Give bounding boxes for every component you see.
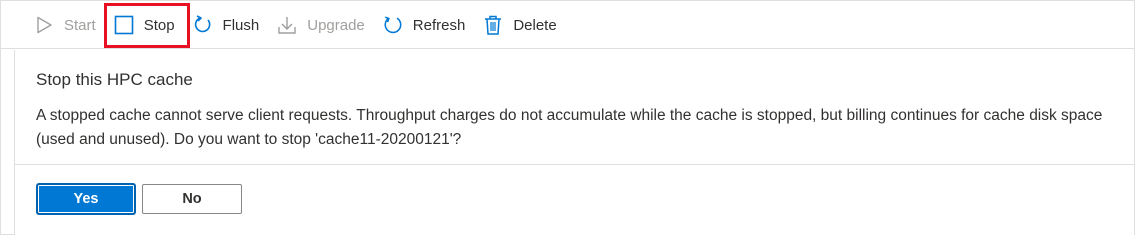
refresh-button[interactable]: Refresh (374, 0, 475, 50)
upgrade-label: Upgrade (307, 16, 365, 34)
toolbar-divider (0, 48, 1135, 49)
stop-confirmation-dialog: Stop this HPC cache A stopped cache cann… (14, 50, 1135, 235)
upgrade-button[interactable]: Upgrade (268, 0, 374, 50)
stop-icon (114, 15, 134, 35)
download-icon (277, 15, 297, 35)
play-icon (34, 15, 54, 35)
dialog-message: A stopped cache cannot serve client requ… (36, 107, 1103, 148)
yes-button[interactable]: Yes (37, 184, 135, 214)
refresh-label: Refresh (412, 16, 466, 34)
dialog-divider (15, 164, 1134, 165)
flush-icon (193, 15, 213, 35)
flush-button[interactable]: Flush (184, 0, 269, 50)
stop-label: Stop (143, 16, 175, 34)
refresh-icon (383, 15, 403, 35)
command-bar: Start Stop Flush Upgrade Refresh Delete (0, 0, 1135, 50)
no-button[interactable]: No (142, 184, 242, 214)
delete-button[interactable]: Delete (474, 0, 565, 50)
trash-icon (483, 15, 503, 35)
start-button[interactable]: Start (0, 0, 105, 50)
dialog-title: Stop this HPC cache (36, 70, 193, 89)
stop-button[interactable]: Stop (105, 0, 184, 50)
delete-label: Delete (513, 16, 557, 34)
flush-label: Flush (222, 16, 260, 34)
start-label: Start (64, 16, 96, 34)
